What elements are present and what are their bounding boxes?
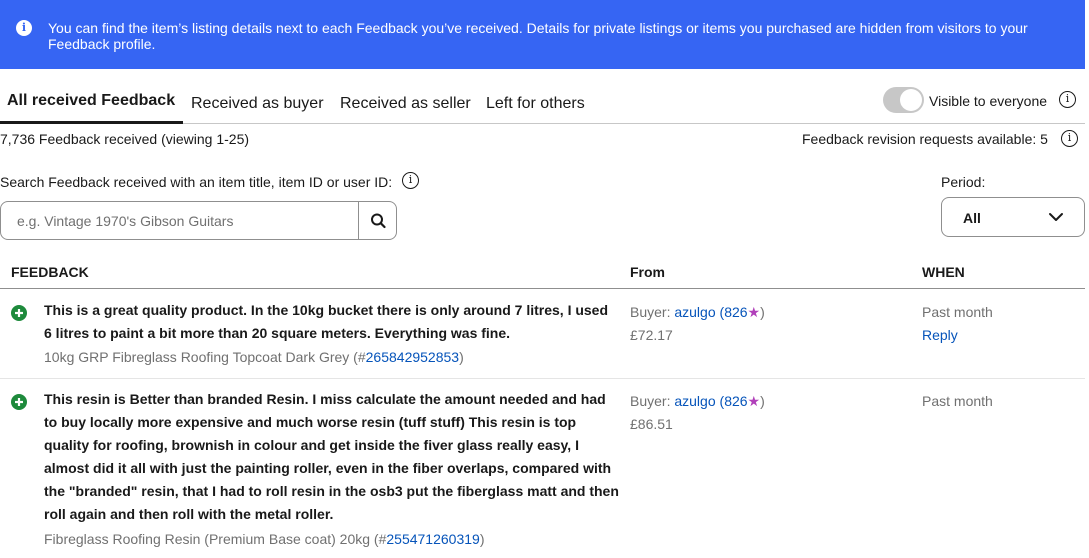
item-id-link[interactable]: 265842952853	[366, 349, 459, 365]
search-button[interactable]	[358, 202, 397, 239]
item-title: Fibreglass Roofing Resin (Premium Base c…	[44, 531, 387, 547]
feedback-score[interactable]: 826	[724, 304, 747, 320]
visibility-toggle[interactable]	[883, 87, 924, 113]
item-reference: 10kg GRP Fibreglass Roofing Topcoat Dark…	[44, 349, 464, 365]
search-icon	[371, 213, 386, 229]
item-title: 10kg GRP Fibreglass Roofing Topcoat Dark…	[44, 349, 366, 365]
user-link[interactable]: azulgo	[674, 393, 715, 409]
search-box	[0, 201, 397, 240]
column-header-from: From	[630, 264, 665, 280]
feedback-comment: This is a great quality product. In the …	[44, 302, 609, 341]
feedback-count: 7,736 Feedback received (viewing 1-25)	[0, 131, 250, 147]
row-divider	[0, 378, 1085, 379]
revision-info-icon[interactable]: i	[1061, 130, 1078, 147]
item-price: £72.17	[630, 327, 673, 343]
tab-left-for-others[interactable]: Left for others	[486, 95, 585, 113]
item-reference: Fibreglass Roofing Resin (Premium Base c…	[44, 531, 484, 547]
revision-requests: Feedback revision requests available: 5	[802, 131, 1048, 147]
visibility-label: Visible to everyone	[929, 93, 1048, 109]
role-label: Buyer:	[630, 304, 671, 320]
positive-rating-icon	[11, 394, 27, 410]
item-close: )	[479, 531, 485, 547]
search-label: Search Feedback received with an item ti…	[0, 174, 393, 190]
star-icon: ★	[747, 304, 761, 320]
table-header-divider	[0, 288, 1085, 289]
feedback-score[interactable]: 826	[724, 393, 747, 409]
column-header-when: WHEN	[922, 264, 965, 280]
star-icon: ★	[747, 393, 761, 409]
tab-received-as-buyer[interactable]: Received as buyer	[191, 95, 324, 113]
item-close: )	[459, 349, 464, 365]
search-info-icon[interactable]: i	[402, 172, 419, 189]
item-price: £86.51	[630, 416, 673, 432]
from-user: Buyer: azulgo (826★)	[630, 304, 765, 320]
role-label: Buyer:	[630, 393, 671, 409]
search-input[interactable]	[2, 203, 357, 238]
period-label: Period:	[941, 174, 986, 190]
tab-received-as-seller[interactable]: Received as seller	[340, 95, 471, 113]
positive-rating-icon	[11, 305, 27, 321]
active-tab-indicator	[0, 121, 183, 124]
feedback-comment: This resin is Better than branded Resin.…	[44, 391, 619, 522]
column-header-feedback: FEEDBACK	[11, 264, 89, 280]
from-user: Buyer: azulgo (826★)	[630, 393, 765, 409]
banner-message: You can find the item’s listing details …	[48, 20, 1028, 52]
chevron-down-icon	[1049, 213, 1063, 221]
toggle-knob	[900, 89, 922, 111]
period-select[interactable]: All	[941, 197, 1085, 237]
info-banner: i You can find the item’s listing detail…	[0, 0, 1085, 69]
info-icon: i	[16, 20, 32, 36]
user-link[interactable]: azulgo	[674, 304, 715, 320]
visibility-info-icon[interactable]: i	[1059, 91, 1076, 108]
item-id-link[interactable]: 255471260319	[386, 531, 479, 547]
tab-all-received[interactable]: All received Feedback	[7, 92, 175, 110]
feedback-when: Past month	[922, 393, 993, 409]
period-value: All	[963, 210, 981, 226]
feedback-when: Past month	[922, 304, 993, 320]
reply-link[interactable]: Reply	[922, 327, 958, 343]
